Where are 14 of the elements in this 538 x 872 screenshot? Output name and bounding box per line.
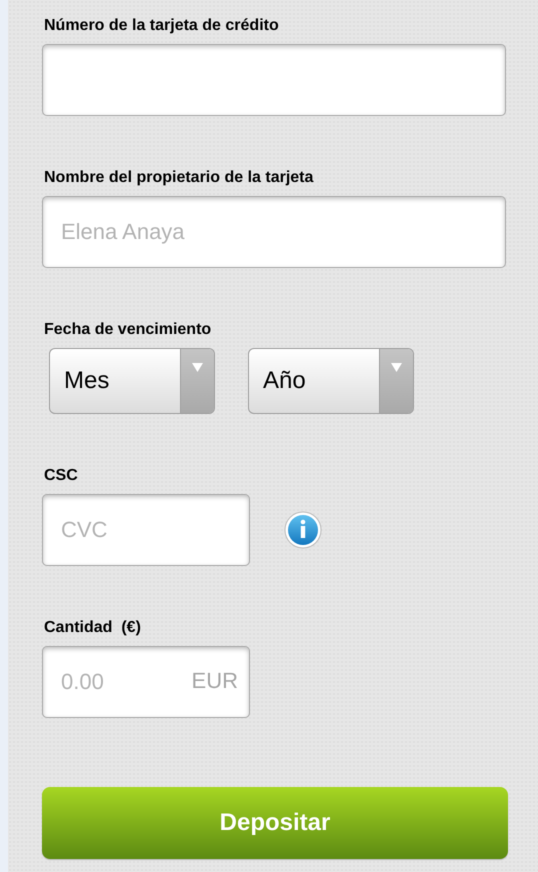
select-dropdown[interactable]: Año <box>248 348 414 414</box>
caret-icon <box>192 363 203 372</box>
caret-icon <box>391 363 402 372</box>
cardholder-field[interactable]: Elena Anaya <box>42 196 506 268</box>
info-icon[interactable] <box>284 511 322 549</box>
csc-field[interactable]: CVC <box>42 494 250 566</box>
field-label: Nombre del propietario de la tarjeta <box>44 168 314 188</box>
select-dropdown[interactable]: Mes <box>49 348 215 414</box>
field-label: Número de la tarjeta de crédito <box>44 16 279 36</box>
currency-suffix: EUR <box>192 668 238 694</box>
field-label: CSC <box>44 466 78 486</box>
field-label: Fecha de vencimiento <box>44 320 212 340</box>
field-label: Cantidad (€) <box>44 618 141 638</box>
card-number-field[interactable] <box>42 44 506 116</box>
